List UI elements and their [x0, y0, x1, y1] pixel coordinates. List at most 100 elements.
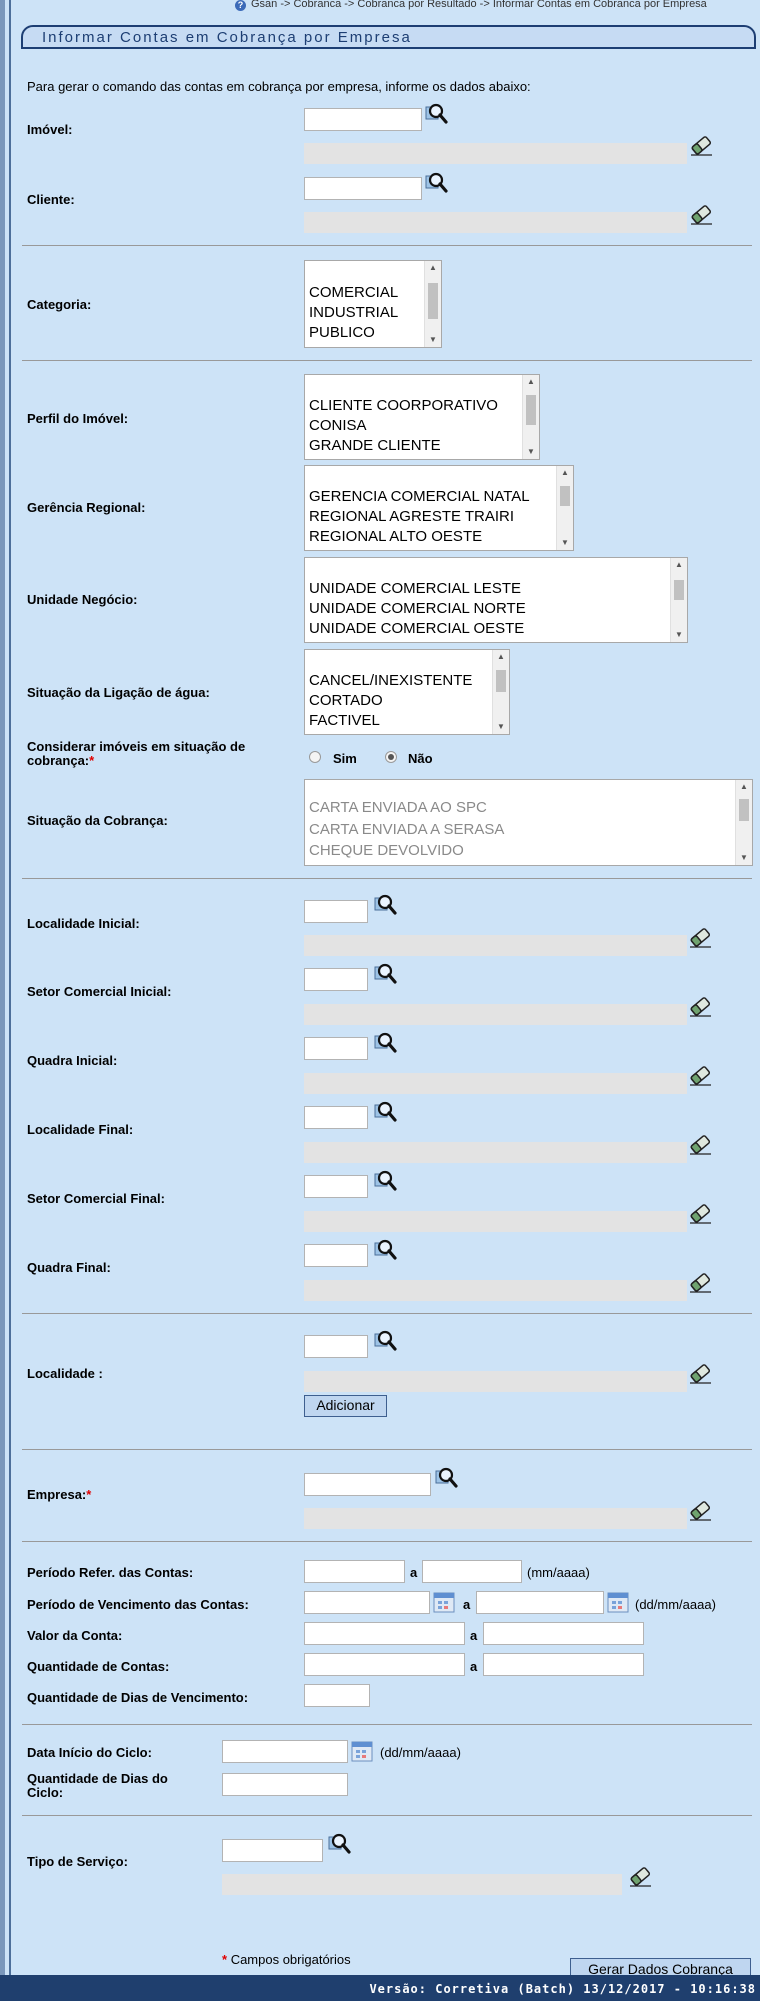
localidade-final-input[interactable] — [304, 1106, 368, 1129]
localidade-inicial-input[interactable] — [304, 900, 368, 923]
list-option[interactable]: CLIENTE COORPORATIVO — [309, 397, 498, 414]
valor-fim-input[interactable] — [483, 1622, 644, 1645]
version-text: Versão: Corretiva (Batch) 13/12/2017 - 1… — [369, 1982, 756, 1996]
scrollbar[interactable]: ▲ ▼ — [556, 466, 573, 550]
dias-ciclo-input[interactable] — [222, 1773, 348, 1796]
divider — [22, 360, 752, 361]
search-icon[interactable] — [373, 1238, 397, 1262]
search-icon[interactable] — [373, 1031, 397, 1055]
search-icon[interactable] — [424, 102, 448, 126]
valor-inicio-input[interactable] — [304, 1622, 465, 1645]
search-icon[interactable] — [373, 1329, 397, 1353]
left-frame-border — [0, 0, 5, 1975]
eraser-icon[interactable] — [687, 1201, 713, 1225]
list-option[interactable]: CHEQUE DEVOLVIDO — [309, 842, 464, 859]
quantidade-fim-input[interactable] — [483, 1653, 644, 1676]
list-option[interactable]: CARTA ENVIADA AO SPC — [309, 799, 487, 816]
eraser-icon[interactable] — [688, 202, 714, 226]
periodo-venc-fim-input[interactable] — [476, 1591, 604, 1614]
quadra-inicial-input[interactable] — [304, 1037, 368, 1060]
tipo-servico-input[interactable] — [222, 1839, 323, 1862]
considerar-label: Considerar imóveis em situação de cobran… — [27, 740, 287, 768]
gerencia-list[interactable]: GERENCIA COMERCIAL NATAL REGIONAL AGREST… — [304, 465, 574, 551]
list-option[interactable]: GERENCIA COMERCIAL NATAL — [309, 488, 530, 505]
categoria-list[interactable]: COMERCIAL INDUSTRIAL PUBLICO ▲ ▼ — [304, 260, 442, 348]
list-option[interactable]: COMERCIAL — [309, 284, 398, 301]
eraser-icon[interactable] — [687, 1361, 713, 1385]
eraser-icon[interactable] — [687, 1270, 713, 1294]
list-option[interactable]: CONISA — [309, 417, 367, 434]
data-inicio-label: Data Início do Ciclo: — [27, 1745, 152, 1760]
search-icon[interactable] — [373, 893, 397, 917]
scrollbar[interactable]: ▲ ▼ — [522, 375, 539, 459]
dias-venc-input[interactable] — [304, 1684, 370, 1707]
situacao-cobranca-list[interactable]: CARTA ENVIADA AO SPC CARTA ENVIADA A SER… — [304, 779, 753, 866]
calendar-icon[interactable] — [433, 1592, 455, 1613]
list-option[interactable]: CANCEL/INEXISTENTE — [309, 672, 472, 689]
list-option[interactable]: GRANDE CLIENTE — [309, 437, 441, 454]
scrollbar[interactable]: ▲ ▼ — [670, 558, 687, 642]
eraser-icon[interactable] — [687, 994, 713, 1018]
unidade-label: Unidade Negócio: — [27, 592, 138, 607]
list-option[interactable]: FACTIVEL — [309, 712, 380, 729]
search-icon[interactable] — [373, 1100, 397, 1124]
list-option[interactable]: UNIDADE COMERCIAL NORTE — [309, 600, 526, 617]
periodo-refer-fim-input[interactable] — [422, 1560, 522, 1583]
list-option[interactable]: REGIONAL ALTO OESTE — [309, 528, 482, 545]
setor-inicial-input[interactable] — [304, 968, 368, 991]
list-option[interactable]: INDUSTRIAL — [309, 304, 398, 321]
considerar-text: Considerar imóveis em situação de cobran… — [27, 739, 246, 768]
list-option[interactable]: UNIDADE COMERCIAL LESTE — [309, 580, 521, 597]
periodo-venc-inicio-input[interactable] — [304, 1591, 430, 1614]
breadcrumb-text[interactable]: Gsan -> Cobranca -> Cobranca por Resulta… — [251, 0, 707, 10]
page-title: Informar Contas em Cobrança por Empresa — [42, 29, 412, 46]
cliente-input[interactable] — [304, 177, 422, 200]
valor-label: Valor da Conta: — [27, 1628, 123, 1643]
perfil-list[interactable]: CLIENTE COORPORATIVO CONISA GRANDE CLIEN… — [304, 374, 540, 460]
situacao-agua-list[interactable]: CANCEL/INEXISTENTE CORTADO FACTIVEL ▲ ▼ — [304, 649, 510, 735]
scrollbar[interactable]: ▲ ▼ — [424, 261, 441, 347]
search-icon[interactable] — [434, 1466, 458, 1490]
help-icon[interactable]: ? — [235, 0, 246, 11]
quadra-inicial-description — [304, 1073, 687, 1094]
format-hint: (dd/mm/aaaa) — [380, 1745, 461, 1760]
quantidade-inicio-input[interactable] — [304, 1653, 465, 1676]
setor-final-input[interactable] — [304, 1175, 368, 1198]
search-icon[interactable] — [424, 171, 448, 195]
imovel-input[interactable] — [304, 108, 422, 131]
list-option[interactable]: PUBLICO — [309, 324, 375, 341]
radio-nao-label[interactable]: Não — [408, 751, 433, 766]
list-option[interactable]: REGIONAL AGRESTE TRAIRI — [309, 508, 514, 525]
quadra-final-input[interactable] — [304, 1244, 368, 1267]
calendar-icon[interactable] — [607, 1592, 629, 1613]
list-option[interactable]: CARTA ENVIADA A SERASA — [309, 821, 504, 838]
list-option[interactable]: CORTADO — [309, 692, 383, 709]
search-icon[interactable] — [373, 962, 397, 986]
eraser-icon[interactable] — [627, 1864, 653, 1888]
localidade-input[interactable] — [304, 1335, 368, 1358]
eraser-icon[interactable] — [687, 925, 713, 949]
empresa-input[interactable] — [304, 1473, 431, 1496]
calendar-icon[interactable] — [351, 1741, 373, 1762]
eraser-icon[interactable] — [687, 1063, 713, 1087]
search-icon[interactable] — [373, 1169, 397, 1193]
eraser-icon[interactable] — [688, 133, 714, 157]
radio-nao[interactable] — [385, 751, 397, 763]
eraser-icon[interactable] — [687, 1132, 713, 1156]
scrollbar[interactable]: ▲ ▼ — [492, 650, 509, 734]
unidade-list[interactable]: UNIDADE COMERCIAL LESTE UNIDADE COMERCIA… — [304, 557, 688, 643]
periodo-refer-inicio-input[interactable] — [304, 1560, 405, 1583]
radio-sim-label[interactable]: Sim — [333, 751, 357, 766]
divider — [22, 1449, 752, 1450]
list-option[interactable]: UNIDADE COMERCIAL OESTE — [309, 620, 524, 637]
required-note: * Campos obrigatórios — [222, 1952, 351, 1967]
data-inicio-input[interactable] — [222, 1740, 348, 1763]
footer-bar: Versão: Corretiva (Batch) 13/12/2017 - 1… — [0, 1975, 760, 2001]
periodo-refer-label: Período Refer. das Contas: — [27, 1565, 194, 1580]
adicionar-button[interactable]: Adicionar — [304, 1395, 387, 1417]
eraser-icon[interactable] — [687, 1498, 713, 1522]
radio-sim[interactable] — [309, 751, 321, 763]
search-icon[interactable] — [327, 1832, 351, 1856]
scrollbar[interactable]: ▲ ▼ — [735, 780, 752, 865]
quadra-inicial-label: Quadra Inicial: — [27, 1053, 118, 1068]
